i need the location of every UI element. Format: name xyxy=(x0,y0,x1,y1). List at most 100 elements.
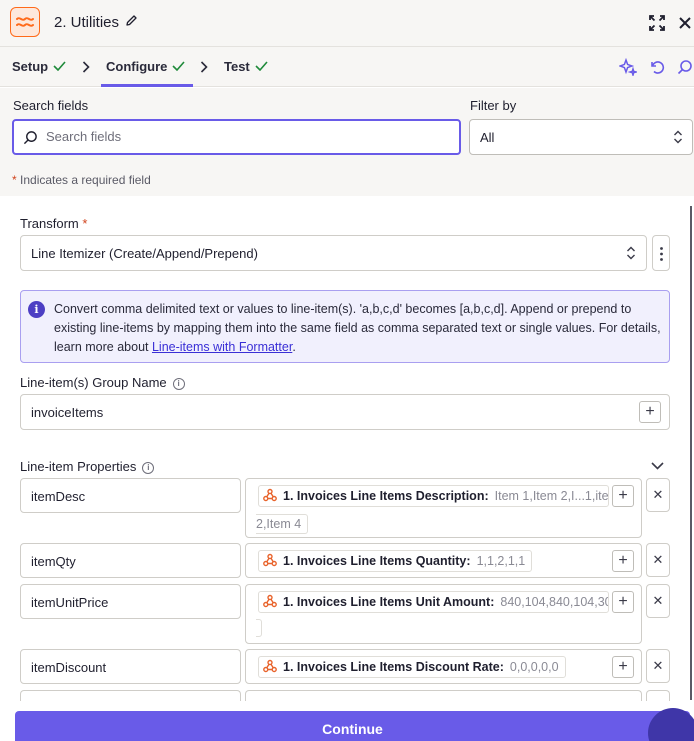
chevron-right-icon xyxy=(200,60,208,76)
mapped-field-pill[interactable]: 1. Invoices Line Items Discount Rate: 0,… xyxy=(258,656,566,678)
help-icon[interactable]: i xyxy=(172,377,185,390)
step-title-text: 2. Utilities xyxy=(54,14,120,31)
close-icon: ✕ xyxy=(652,552,664,567)
check-icon xyxy=(172,59,185,74)
webhook-icon xyxy=(263,488,277,505)
scrollbar[interactable] xyxy=(690,206,692,700)
mapped-field-pill[interactable]: 1. Invoices Line Items Description: Item… xyxy=(258,485,609,507)
chevron-right-icon xyxy=(82,60,90,76)
formatter-help-link[interactable]: Line-items with Formatter xyxy=(152,340,292,354)
property-key-input[interactable]: itemUnitPrice xyxy=(20,584,241,619)
tab-label: Test xyxy=(224,59,250,74)
transform-label-text: Transform xyxy=(20,216,79,231)
property-key: itemDesc xyxy=(31,489,86,504)
info-body: Convert comma delimited text or values t… xyxy=(54,302,661,354)
step-header: 2. Utilities xyxy=(0,0,694,47)
close-icon[interactable] xyxy=(675,13,694,33)
continue-label: Continue xyxy=(322,721,383,737)
group-name-input[interactable]: invoiceItems + xyxy=(20,394,670,430)
group-name-value: invoiceItems xyxy=(31,405,104,420)
undo-icon[interactable] xyxy=(647,57,667,77)
property-key: itemDiscount xyxy=(31,660,107,675)
insert-data-button[interactable]: + xyxy=(612,591,634,613)
insert-data-button[interactable]: + xyxy=(612,656,634,678)
search-icon[interactable] xyxy=(675,57,694,77)
transform-info-box: i Convert comma delimited text or values… xyxy=(20,290,670,363)
property-value-input[interactable]: 1. Invoices Line Items Quantity: 1,1,2,1… xyxy=(245,543,642,578)
remove-row-button[interactable]: ✕ xyxy=(646,584,670,618)
filter-by-select[interactable]: All xyxy=(469,119,693,155)
tab-test[interactable]: Test xyxy=(224,59,268,74)
help-icon[interactable]: i xyxy=(142,461,155,474)
plus-icon: + xyxy=(618,552,628,569)
mapped-field-preview: 840,104,840,104,300 xyxy=(500,595,609,609)
property-key: itemUnitPrice xyxy=(31,595,109,610)
close-icon: ✕ xyxy=(652,658,664,673)
vertical-dots-icon xyxy=(660,247,663,264)
close-icon: ✕ xyxy=(652,487,664,502)
close-icon: ✕ xyxy=(652,593,664,608)
plus-icon: + xyxy=(618,658,628,675)
mapped-field-pill[interactable]: 1. Invoices Line Items Unit Amount: 840,… xyxy=(258,591,609,613)
required-note-text: Indicates a required field xyxy=(16,173,151,187)
plus-icon: + xyxy=(618,487,628,504)
mapped-field-preview: 0,0,0,0,0 xyxy=(509,660,559,674)
mapped-field-source: 1. Invoices Line Items Unit Amount: xyxy=(283,595,495,609)
mapped-field-source: 1. Invoices Line Items Discount Rate: xyxy=(283,660,504,674)
tab-setup[interactable]: Setup xyxy=(12,59,66,74)
insert-data-button[interactable]: + xyxy=(612,485,634,507)
info-icon: i xyxy=(28,301,45,318)
insert-data-button[interactable]: + xyxy=(639,401,661,423)
filter-by-label: Filter by xyxy=(470,98,517,113)
check-icon xyxy=(53,59,66,74)
mapped-field-preview: Item 1,Item 2,I...1,item xyxy=(494,489,609,503)
transform-label: Transform * xyxy=(20,216,87,231)
property-key: itemQty xyxy=(31,554,76,569)
mapped-field-preview: 1,1,2,1,1 xyxy=(476,554,526,568)
pencil-icon[interactable] xyxy=(125,14,138,31)
property-key-input[interactable]: itemDiscount xyxy=(20,649,241,684)
sparkle-icon[interactable] xyxy=(618,57,638,77)
pill-continuation xyxy=(256,619,262,637)
step-title[interactable]: 2. Utilities xyxy=(54,14,138,31)
webhook-icon xyxy=(263,553,277,570)
property-value-input[interactable]: 1. Invoices Line Items Unit Amount: 840,… xyxy=(245,584,642,644)
mapped-field-source: 1. Invoices Line Items Quantity: xyxy=(283,554,471,568)
active-tab-indicator xyxy=(101,84,193,87)
plus-icon: + xyxy=(645,403,655,420)
tab-configure[interactable]: Configure xyxy=(106,59,185,74)
property-value-input[interactable]: 1. Invoices Line Items Description: Item… xyxy=(245,478,642,538)
property-value-input[interactable]: 1. Invoices Line Items Discount Rate: 0,… xyxy=(245,649,642,684)
search-fields-input[interactable] xyxy=(46,129,426,144)
search-icon xyxy=(23,130,38,148)
properties-label: Line-item Properties i xyxy=(20,459,155,474)
step-tabs: Setup Configure Test xyxy=(0,47,694,87)
filter-by-value: All xyxy=(480,130,495,145)
continue-button[interactable]: Continue xyxy=(15,711,690,741)
property-key-input[interactable]: itemDesc xyxy=(20,478,241,513)
mapped-field-preview-continued: 2,Item 4 xyxy=(256,514,309,534)
mapped-field-source: 1. Invoices Line Items Description: xyxy=(283,489,489,503)
check-icon xyxy=(255,59,268,74)
transform-value: Line Itemizer (Create/Append/Prepend) xyxy=(31,246,258,261)
info-after: . xyxy=(292,340,296,354)
more-options-button[interactable] xyxy=(652,235,670,271)
properties-label-text: Line-item Properties xyxy=(20,459,137,474)
group-name-label: Line-item(s) Group Name i xyxy=(20,375,185,390)
utilities-app-icon xyxy=(10,7,40,37)
chevron-down-icon[interactable] xyxy=(651,458,664,473)
remove-row-button[interactable]: ✕ xyxy=(646,478,670,512)
required-star: * xyxy=(82,216,88,231)
plus-icon: + xyxy=(618,593,628,610)
remove-row-button[interactable]: ✕ xyxy=(646,649,670,683)
remove-row-button[interactable]: ✕ xyxy=(646,543,670,577)
search-fields-label: Search fields xyxy=(13,98,89,113)
insert-data-button[interactable]: + xyxy=(612,550,634,572)
search-fields-box[interactable] xyxy=(12,119,461,155)
transform-select[interactable]: Line Itemizer (Create/Append/Prepend) xyxy=(20,235,647,271)
property-key-input[interactable]: itemQty xyxy=(20,543,241,578)
mapped-field-pill[interactable]: 1. Invoices Line Items Quantity: 1,1,2,1… xyxy=(258,550,533,572)
info-text: Convert comma delimited text or values t… xyxy=(54,300,664,357)
expand-icon[interactable] xyxy=(647,13,667,33)
tab-label: Setup xyxy=(12,59,49,74)
